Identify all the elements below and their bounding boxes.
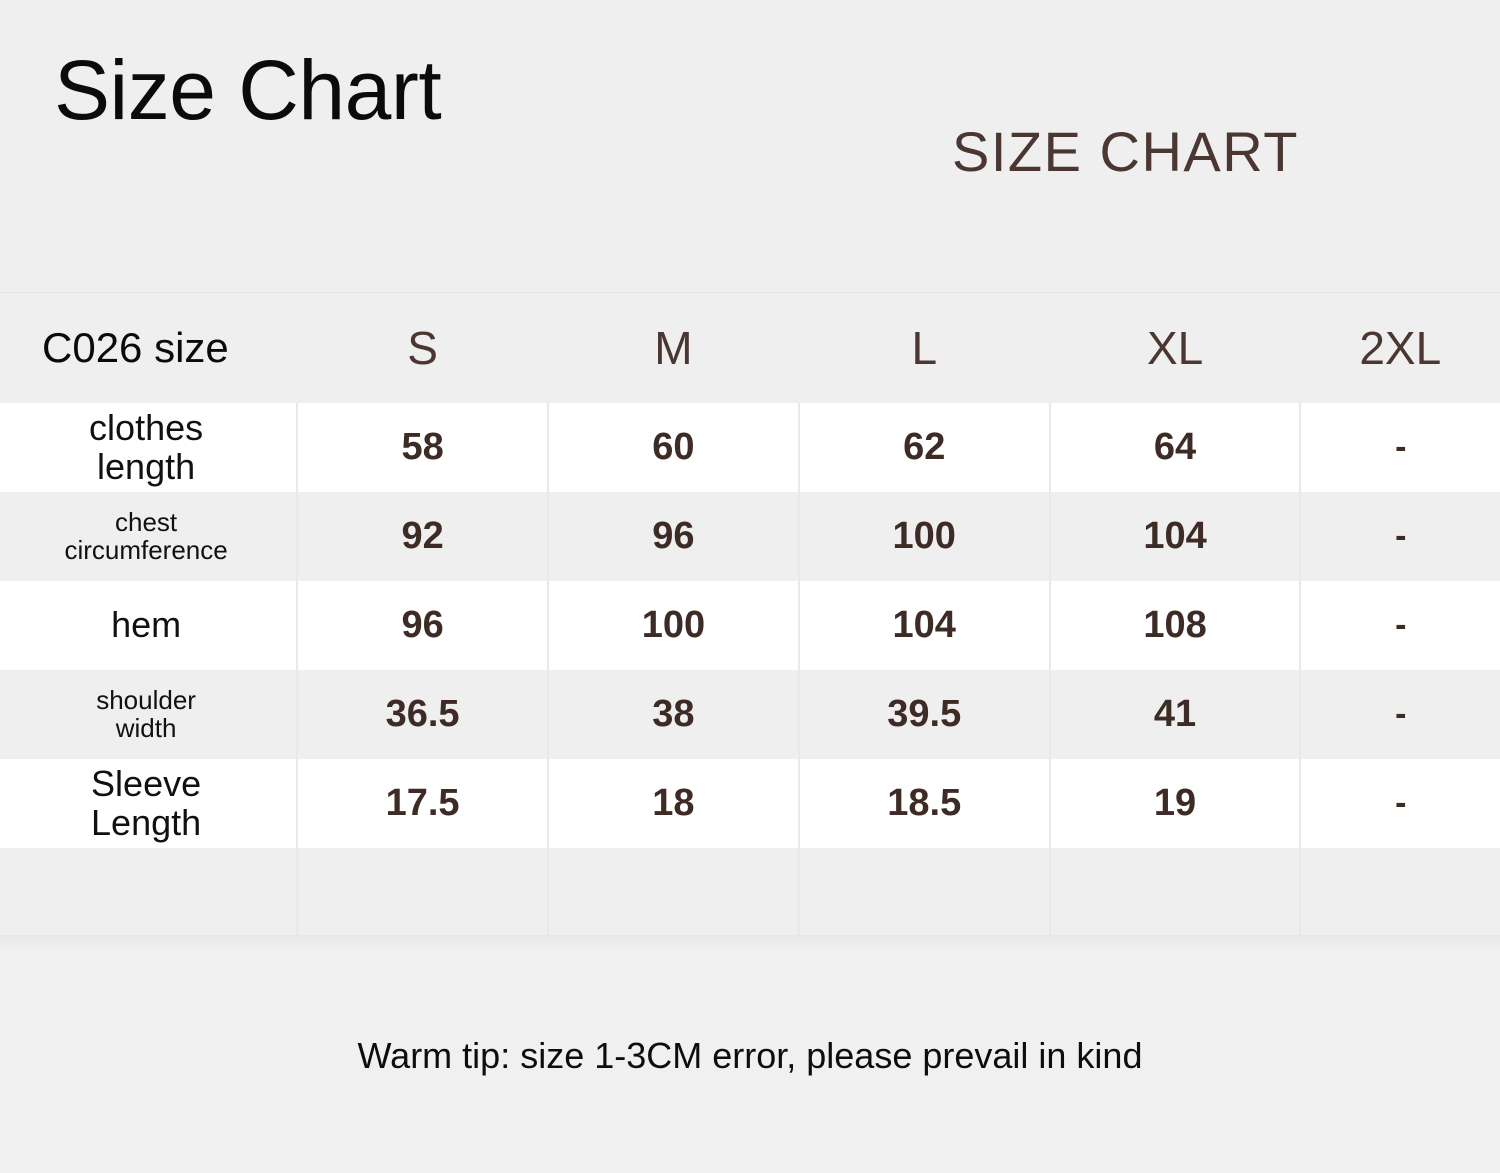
table-cell-value: 108 bbox=[1049, 581, 1302, 670]
table-row: shoulder width 36.5 38 39.5 41- bbox=[0, 670, 1500, 759]
size-chart-table: C026 size S M L XL 2XL clothes length 58 60… bbox=[0, 293, 1500, 940]
table-cell-value: - bbox=[1395, 517, 1407, 555]
table-cell-value bbox=[798, 848, 1051, 940]
table-cell-value: 64 bbox=[1049, 403, 1302, 492]
table-cell-value bbox=[1300, 848, 1500, 940]
table-cell-value: 60 bbox=[548, 403, 800, 492]
table-row: clothes length 58 60 62 64- bbox=[0, 403, 1500, 492]
row-label-line: Length bbox=[91, 801, 202, 843]
page-subtitle: SIZE CHART bbox=[952, 120, 1299, 183]
table-cell-value: 18 bbox=[548, 759, 800, 848]
table-header: C026 size S M L XL 2XL bbox=[0, 293, 1500, 403]
row-label-cell: chest circumference bbox=[0, 492, 299, 581]
table-header-row: C026 size S M L XL 2XL bbox=[0, 293, 1500, 403]
row-label-line: chest bbox=[115, 506, 178, 537]
table-corner-label: C026 size bbox=[42, 324, 229, 371]
column-header-s: S bbox=[407, 322, 438, 374]
table-cell-value: 18.5 bbox=[798, 759, 1051, 848]
table-cell-value: - bbox=[1395, 784, 1407, 822]
table-cell-value: - bbox=[1395, 428, 1407, 466]
table-cell-value: 36.5 bbox=[297, 670, 549, 759]
row-label-line: circumference bbox=[64, 534, 228, 565]
table-cell-value: 17.5 bbox=[297, 759, 549, 848]
row-label-line: clothes bbox=[89, 406, 204, 448]
table-row: chest circumference 92 96 100 104- bbox=[0, 492, 1500, 581]
table-cell-value: 92 bbox=[297, 492, 549, 581]
table-cell-value: 38 bbox=[548, 670, 800, 759]
column-header-xl: XL bbox=[1146, 322, 1204, 374]
table-body: clothes length 58 60 62 64- chest circumference… bbox=[0, 403, 1500, 940]
row-label-line: Sleeve bbox=[91, 762, 202, 804]
table-cell-value: 62 bbox=[798, 403, 1051, 492]
table-row bbox=[0, 848, 1500, 940]
table-cell-value bbox=[548, 848, 800, 940]
row-label-line: hem bbox=[111, 604, 182, 646]
row-label-line: width bbox=[115, 712, 177, 743]
table-row: hem 96 100 104 108 - bbox=[0, 581, 1500, 670]
column-header-l: L bbox=[911, 322, 938, 374]
table-row: Sleeve Length 17.5 18 18.5 19- bbox=[0, 759, 1500, 848]
row-label-cell: hem bbox=[0, 581, 299, 670]
table-cell-value: - bbox=[1395, 695, 1407, 733]
title-band: Size Chart SIZE CHART bbox=[0, 0, 1500, 292]
footer-band: Warm tip: size 1-3CM error, please preva… bbox=[0, 935, 1500, 1173]
table-cell-value bbox=[1049, 848, 1302, 940]
row-label-cell: shoulder width bbox=[0, 670, 299, 759]
table-cell-value: 58 bbox=[297, 403, 549, 492]
table-cell-value: 39.5 bbox=[798, 670, 1051, 759]
table-cell-value: 100 bbox=[548, 581, 800, 670]
table-cell-value: 100 bbox=[798, 492, 1051, 581]
row-label-line: shoulder bbox=[96, 684, 196, 715]
table-cell-value: 41 bbox=[1049, 670, 1302, 759]
table-cell-value: 96 bbox=[548, 492, 800, 581]
column-header-2xl: 2XL bbox=[1359, 322, 1442, 374]
table-cell-value: 104 bbox=[798, 581, 1051, 670]
warm-tip-text: Warm tip: size 1-3CM error, please preva… bbox=[357, 1035, 1143, 1076]
row-label-cell bbox=[0, 848, 299, 940]
table-cell-value: 104 bbox=[1049, 492, 1302, 581]
row-label-cell: Sleeve Length bbox=[0, 759, 299, 848]
size-table-wrapper: C026 size S M L XL 2XL clothes length 58 60… bbox=[0, 292, 1500, 940]
table-cell-value: 19 bbox=[1049, 759, 1302, 848]
table-cell-value: - bbox=[1395, 606, 1407, 644]
column-header-m: M bbox=[654, 322, 693, 374]
row-label-line: length bbox=[97, 445, 196, 487]
page-title: Size Chart bbox=[54, 43, 442, 137]
row-label-cell: clothes length bbox=[0, 403, 299, 492]
table-cell-value: 96 bbox=[297, 581, 549, 670]
table-cell-value bbox=[297, 848, 549, 940]
